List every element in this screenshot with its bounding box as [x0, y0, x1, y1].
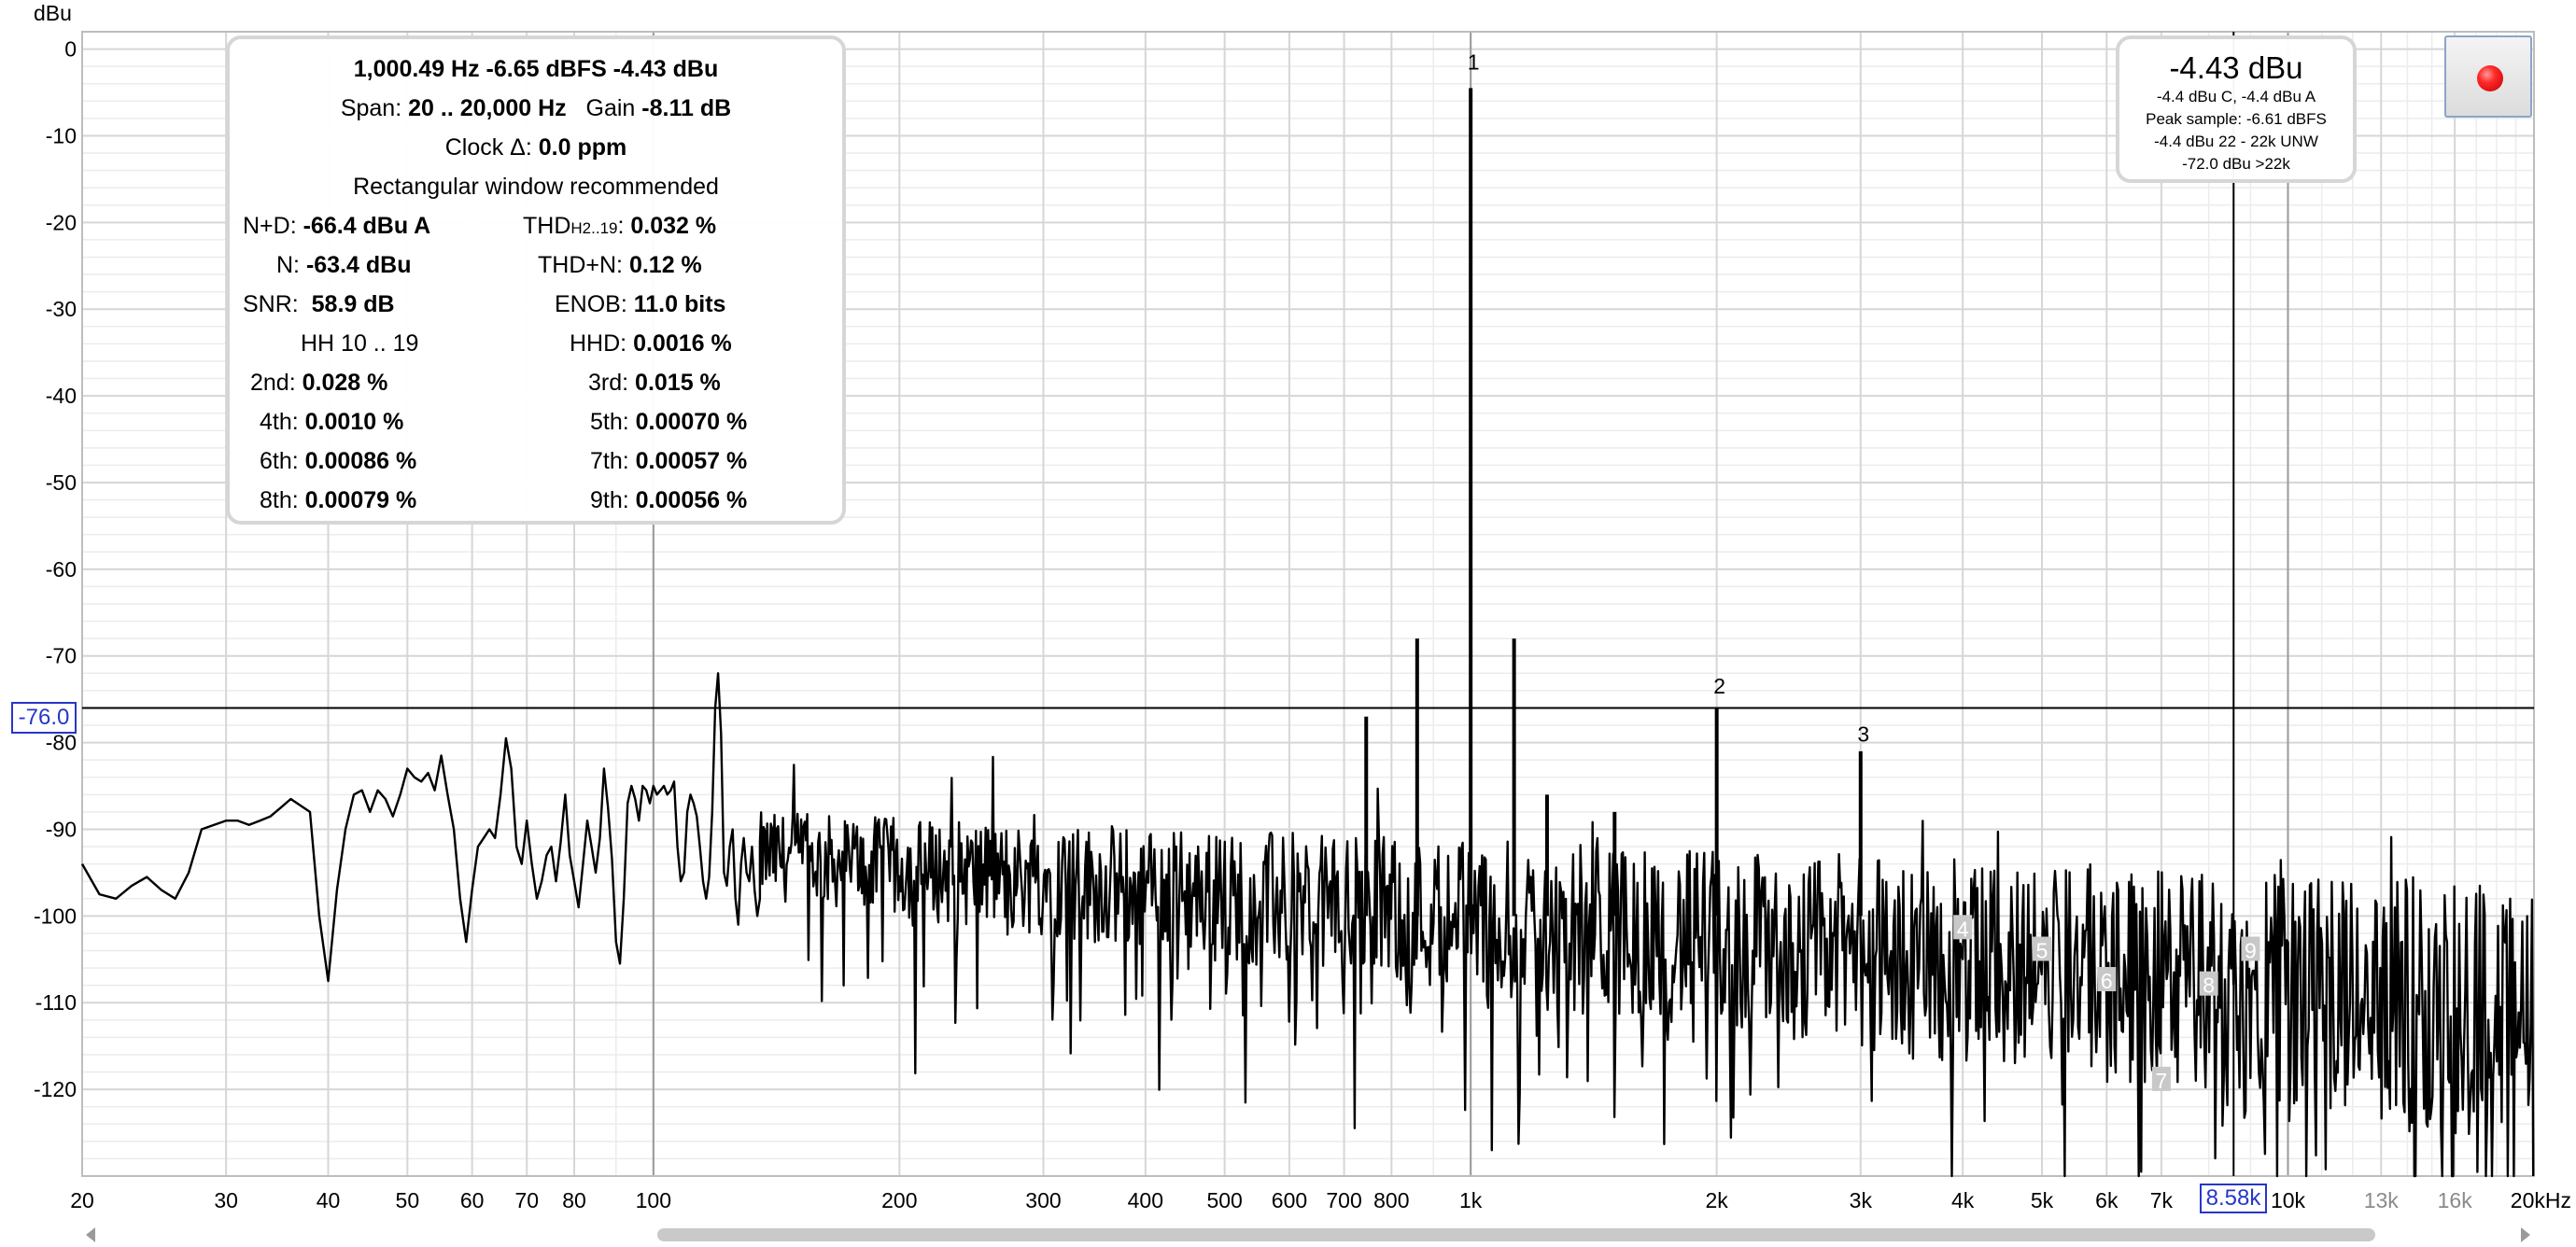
stats-span-gain: Span: 20 .. 20,000 Hz Gain -8.11 dB: [340, 95, 732, 121]
stat-h2: 2nd: 0.028 %: [250, 370, 388, 396]
x-tick-label: 30: [214, 1188, 238, 1212]
x-tick-label: 300: [1025, 1188, 1061, 1212]
x-tick-label: 6k: [2095, 1188, 2119, 1212]
stat-h7: 7th: 0.00057 %: [590, 448, 748, 474]
y-tick-label: -60: [46, 557, 77, 581]
harmonic-label: 7: [2156, 1069, 2168, 1093]
stat-enob: ENOB: 11.0 bits: [555, 291, 726, 317]
horizontal-scrollbar[interactable]: [86, 1225, 2530, 1245]
stat-thdn: THD+N: 0.12 %: [538, 252, 702, 278]
x-tick-label: 700: [1326, 1188, 1361, 1212]
y-tick-label: 0: [64, 37, 77, 62]
stat-h8: 8th: 0.00079 %: [260, 487, 417, 513]
stat-hh-range: HH 10 .. 19: [301, 330, 419, 357]
y-axis-tick-labels: 0 -10 -20 -30 -40 -50 -60 -70 -80 -90 -100 -110 -120: [34, 37, 77, 1102]
record-button[interactable]: [2444, 35, 2532, 118]
stat-h5: 5th: 0.00070 %: [590, 409, 748, 435]
x-tick-label: 10k: [2271, 1188, 2306, 1212]
y-axis-unit-label: dBu: [34, 1, 72, 25]
harmonic-label: 1: [1468, 50, 1480, 75]
peak-sample: Peak sample: -6.61 dBFS: [2146, 110, 2327, 128]
stat-h3: 3rd: 0.015 %: [588, 370, 721, 396]
stats-window-note: Rectangular window recommended: [353, 174, 719, 200]
harmonic-label: 8: [2203, 974, 2215, 998]
x-tick-label: 2k: [1706, 1188, 1729, 1212]
x-tick-label: 200: [881, 1188, 917, 1212]
y-tick-label: -100: [34, 904, 77, 928]
x-tick-label: 4k: [1951, 1188, 1975, 1212]
harmonic-label: 6: [2101, 969, 2113, 993]
x-tick-label: 70: [514, 1188, 539, 1212]
y-tick-label: -50: [46, 470, 77, 495]
x-tick-label: 400: [1128, 1188, 1163, 1212]
record-icon: [2477, 65, 2503, 91]
x-tick-label: 500: [1206, 1188, 1242, 1212]
level-unweighted: -4.4 dBu 22 - 22k UNW: [2154, 133, 2318, 150]
stat-h9: 9th: 0.00056 %: [590, 487, 748, 513]
y-tick-label: -10: [46, 123, 77, 147]
stat-snr: SNR: 58.9 dB: [243, 291, 395, 317]
x-tick-label: 600: [1272, 1188, 1307, 1212]
y-tick-label: -40: [46, 384, 77, 408]
x-tick-label: 3k: [1850, 1188, 1873, 1212]
x-tick-label: 7k: [2150, 1188, 2174, 1212]
measurement-stats-panel: 1,000.49 Hz -6.65 dBFS -4.43 dBu Span: 2…: [226, 35, 846, 525]
x-tick-label: 800: [1373, 1188, 1409, 1212]
y-tick-label: -120: [34, 1077, 77, 1101]
x-tick-label: 40: [317, 1188, 341, 1212]
y-cursor-readout[interactable]: -76.0: [11, 702, 77, 734]
stat-n: N: -63.4 dBu: [276, 252, 412, 278]
x-tick-label: 20: [70, 1188, 94, 1212]
x-axis-tick-labels: 20 30 40 50 60 70 80 100 200 300 400 500 600 700 800 1k…: [70, 1188, 2571, 1212]
level-meter-panel: -4.43 dBu -4.4 dBu C, -4.4 dBu A Peak sa…: [2116, 35, 2357, 183]
stat-hhd: HHD: 0.0016 %: [570, 330, 732, 357]
stats-header: 1,000.49 Hz -6.65 dBFS -4.43 dBu: [353, 56, 719, 82]
stat-thd: THDH2..19: 0.032 %: [523, 213, 717, 239]
scroll-right-arrow-icon[interactable]: [2521, 1227, 2530, 1242]
x-tick-label: 20kHz: [2511, 1188, 2571, 1212]
level-above-22k: -72.0 dBu >22k: [2182, 155, 2290, 173]
scroll-left-arrow-icon[interactable]: [86, 1227, 95, 1242]
x-tick-label: 50: [396, 1188, 420, 1212]
y-tick-label: -110: [35, 990, 77, 1015]
y-tick-label: -30: [46, 297, 77, 321]
y-tick-label: -80: [46, 731, 77, 755]
stat-h6: 6th: 0.00086 %: [260, 448, 417, 474]
scroll-thumb[interactable]: [657, 1228, 2375, 1241]
x-tick-label: 16k: [2438, 1188, 2473, 1212]
level-readout: -4.43 dBu: [2169, 50, 2303, 85]
stat-nd: N+D: -66.4 dBu A: [243, 213, 431, 239]
x-tick-label: 13k: [2364, 1188, 2400, 1212]
level-weighted: -4.4 dBu C, -4.4 dBu A: [2156, 88, 2316, 105]
harmonic-label: 2: [1713, 674, 1725, 698]
y-tick-label: -70: [46, 644, 77, 668]
harmonic-label: 5: [2036, 939, 2048, 963]
stat-h4: 4th: 0.0010 %: [260, 409, 404, 435]
x-cursor-readout[interactable]: 8.58k: [2200, 1184, 2267, 1213]
x-tick-label: 100: [636, 1188, 671, 1212]
x-tick-label: 60: [460, 1188, 485, 1212]
y-tick-label: -20: [46, 210, 77, 234]
harmonic-label: 3: [1857, 722, 1869, 746]
x-tick-label: 80: [562, 1188, 586, 1212]
harmonic-label: 4: [1957, 917, 1969, 941]
stats-clock: Clock Δ: 0.0 ppm: [444, 134, 627, 161]
y-tick-label: -90: [46, 817, 77, 841]
harmonic-label: 9: [2245, 939, 2257, 963]
x-tick-label: 1k: [1459, 1188, 1483, 1212]
x-tick-label: 5k: [2031, 1188, 2054, 1212]
